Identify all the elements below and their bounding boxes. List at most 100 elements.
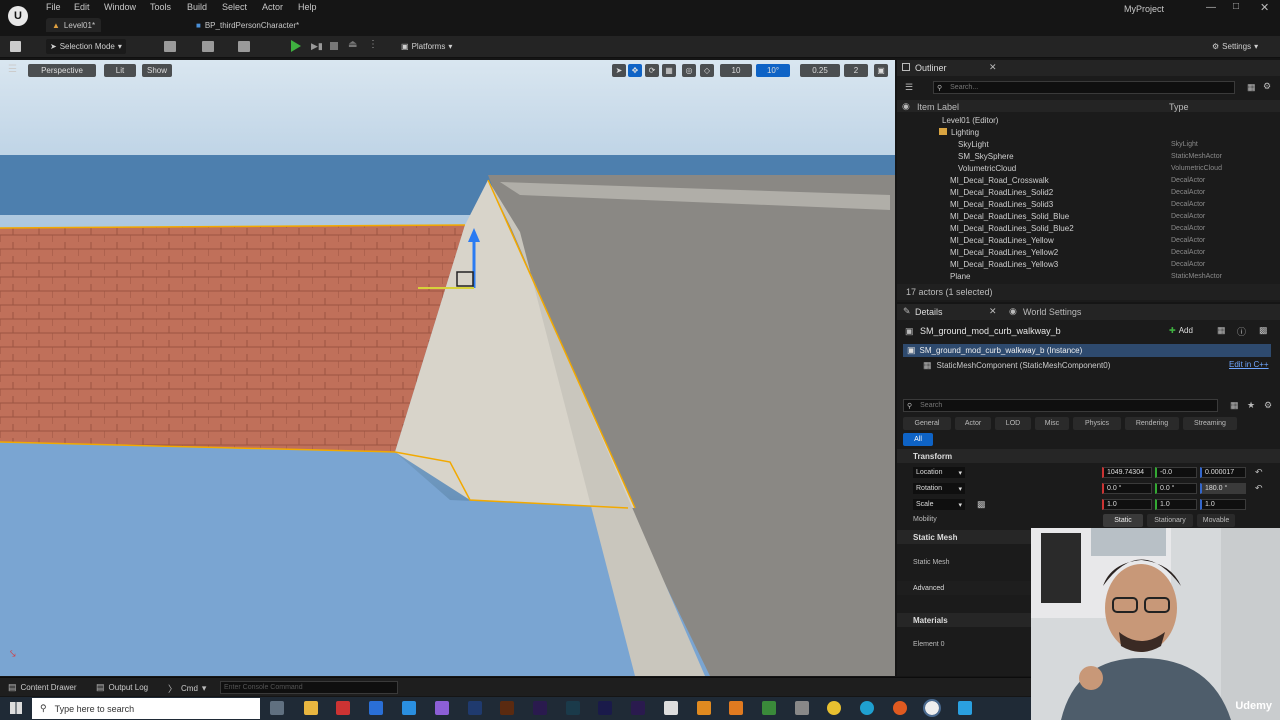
reset-rotation-icon[interactable]: ↶ bbox=[1255, 483, 1263, 494]
filter-tab-streaming[interactable]: Streaming bbox=[1183, 417, 1237, 430]
scale-tool-icon[interactable]: ▦ bbox=[662, 64, 676, 77]
visibility-icon[interactable]: ◉ bbox=[902, 101, 910, 112]
rotation-x-field[interactable]: 0.0 ° bbox=[1102, 483, 1152, 494]
translate-tool-icon[interactable]: ✥ bbox=[628, 64, 642, 77]
outliner-row[interactable]: MI_Decal_RoadLines_Yellow2 DecalActor bbox=[897, 246, 1280, 258]
windows-start-icon[interactable] bbox=[10, 702, 22, 714]
filter-tab-rendering[interactable]: Rendering bbox=[1125, 417, 1179, 430]
outliner-search-input[interactable]: ⚲ Search... bbox=[933, 81, 1235, 94]
edge-icon[interactable] bbox=[860, 701, 874, 715]
visual-studio-icon[interactable] bbox=[435, 701, 449, 715]
details-settings-icon[interactable]: ⚙ bbox=[1264, 400, 1272, 411]
unreal-engine-taskbar-icon[interactable] bbox=[923, 699, 941, 717]
unreal-logo-icon[interactable]: U bbox=[8, 6, 28, 26]
rotation-z-field[interactable]: 180.0 ° bbox=[1200, 483, 1246, 494]
grid-snap-button[interactable]: 10 bbox=[720, 64, 752, 77]
tab-level01[interactable]: ▲ Level01* bbox=[46, 18, 102, 32]
component-row-instance[interactable]: ▣ SM_ground_mod_curb_walkway_b (Instance… bbox=[903, 344, 1271, 357]
angle-snap-button[interactable]: 10° bbox=[756, 64, 790, 77]
maximize-viewport-icon[interactable]: ▣ bbox=[874, 64, 888, 77]
maximize-icon[interactable]: □ bbox=[1233, 1, 1239, 12]
rotate-tool-icon[interactable]: ⟳ bbox=[645, 64, 659, 77]
notepad-icon[interactable] bbox=[664, 701, 678, 715]
filter-tab-lod[interactable]: LOD bbox=[995, 417, 1031, 430]
filter-tab-general[interactable]: General bbox=[903, 417, 951, 430]
rotation-y-field[interactable]: 0.0 ° bbox=[1155, 483, 1197, 494]
scale-dropdown[interactable]: Scale ▾ bbox=[913, 499, 965, 510]
content-drawer-button[interactable]: ▤ Content Drawer bbox=[8, 682, 77, 693]
platforms-button[interactable]: ▣ Platforms ▾ bbox=[397, 39, 456, 54]
outliner-row[interactable]: MI_Decal_RoadLines_Solid_Blue DecalActor bbox=[897, 210, 1280, 222]
app-icon[interactable] bbox=[729, 701, 743, 715]
component-row-staticmesh[interactable]: ▦ StaticMeshComponent (StaticMeshCompone… bbox=[923, 359, 1110, 371]
perspective-button[interactable]: Perspective bbox=[28, 64, 96, 77]
add-content-icon[interactable] bbox=[164, 41, 176, 52]
outliner-row[interactable]: Plane StaticMeshActor bbox=[897, 270, 1280, 282]
outliner-row[interactable]: MI_Decal_RoadLines_Yellow3 DecalActor bbox=[897, 258, 1280, 270]
location-z-field[interactable]: 0.000017 bbox=[1200, 467, 1246, 478]
chrome-icon[interactable] bbox=[827, 701, 841, 715]
after-effects-icon[interactable] bbox=[631, 701, 645, 715]
filter-tab-physics[interactable]: Physics bbox=[1073, 417, 1121, 430]
menu-window[interactable]: Window bbox=[104, 2, 136, 14]
details-title[interactable]: Details bbox=[915, 307, 943, 317]
illustrator-icon[interactable] bbox=[500, 701, 514, 715]
app-icon[interactable] bbox=[958, 701, 972, 715]
world-space-icon[interactable]: ◎ bbox=[682, 64, 696, 77]
show-button[interactable]: Show bbox=[142, 64, 172, 77]
menu-actor[interactable]: Actor bbox=[262, 2, 283, 14]
location-y-field[interactable]: -0.0 bbox=[1155, 467, 1197, 478]
outliner-row[interactable]: SkyLight SkyLight bbox=[897, 138, 1280, 150]
blueprint-script-icon[interactable]: ▦ bbox=[1217, 325, 1226, 336]
filter-tab-all[interactable]: All bbox=[903, 433, 933, 446]
outliner-row[interactable]: MI_Decal_RoadLines_Yellow DecalActor bbox=[897, 234, 1280, 246]
minimize-icon[interactable]: — bbox=[1206, 2, 1216, 13]
transform-section[interactable]: Transform bbox=[897, 449, 1280, 463]
viewport-menu-icon[interactable]: ☰ bbox=[8, 64, 17, 75]
lock-icon[interactable]: ▩ bbox=[1259, 325, 1268, 336]
eject-icon[interactable]: ⏏ bbox=[348, 39, 357, 50]
world-settings-tab[interactable]: World Settings bbox=[1023, 307, 1081, 317]
menu-select[interactable]: Select bbox=[222, 2, 247, 14]
app-icon[interactable] bbox=[369, 701, 383, 715]
save-icon[interactable] bbox=[10, 41, 21, 52]
app-icon[interactable] bbox=[762, 701, 776, 715]
close-outliner-icon[interactable]: ✕ bbox=[989, 62, 997, 73]
scale-snap-button[interactable]: 0.25 bbox=[800, 64, 840, 77]
blueprints-icon[interactable] bbox=[202, 41, 214, 52]
outliner-row[interactable]: Lighting bbox=[897, 126, 1280, 138]
outliner-settings-icon[interactable]: ⚙ bbox=[1263, 81, 1271, 92]
selection-mode-button[interactable]: ➤ Selection Mode ▾ bbox=[46, 39, 126, 54]
task-view-icon[interactable] bbox=[270, 701, 284, 715]
scale-x-field[interactable]: 1.0 bbox=[1102, 499, 1152, 510]
star-icon[interactable]: ★ bbox=[1247, 400, 1255, 411]
menu-edit[interactable]: Edit bbox=[74, 2, 90, 14]
help-icon[interactable]: ⓘ bbox=[1237, 325, 1246, 338]
outliner-row[interactable]: SM_SkySphere StaticMeshActor bbox=[897, 150, 1280, 162]
camera-speed-button[interactable]: 2 bbox=[844, 64, 868, 77]
more-options-icon[interactable]: ⋮ bbox=[368, 39, 378, 50]
outliner-row[interactable]: Level01 (Editor) bbox=[897, 114, 1280, 126]
edit-in-cpp-link[interactable]: Edit in C++ bbox=[1229, 360, 1269, 369]
outliner-row[interactable]: MI_Decal_Road_Crosswalk DecalActor bbox=[897, 174, 1280, 186]
menu-build[interactable]: Build bbox=[187, 2, 207, 14]
console-input[interactable]: Enter Console Command bbox=[220, 681, 398, 694]
output-log-button[interactable]: ▤ Output Log bbox=[96, 682, 148, 693]
rotation-dropdown[interactable]: Rotation ▾ bbox=[913, 483, 965, 494]
file-explorer-icon[interactable] bbox=[304, 701, 318, 715]
outliner-row[interactable]: MI_Decal_RoadLines_Solid3 DecalActor bbox=[897, 198, 1280, 210]
settings-button[interactable]: ⚙ Settings ▾ bbox=[1208, 39, 1262, 54]
scale-z-field[interactable]: 1.0 bbox=[1200, 499, 1246, 510]
mobility-stationary-button[interactable]: Stationary bbox=[1147, 514, 1193, 527]
premiere-icon[interactable] bbox=[533, 701, 547, 715]
firefox-icon[interactable] bbox=[893, 701, 907, 715]
mobility-movable-button[interactable]: Movable bbox=[1197, 514, 1235, 527]
filter-tab-misc[interactable]: Misc bbox=[1035, 417, 1069, 430]
scale-y-field[interactable]: 1.0 bbox=[1155, 499, 1197, 510]
stop-icon[interactable] bbox=[330, 42, 338, 50]
filter-tab-actor[interactable]: Actor bbox=[955, 417, 991, 430]
surface-snap-icon[interactable]: ◇ bbox=[700, 64, 714, 77]
location-dropdown[interactable]: Location ▾ bbox=[913, 467, 965, 478]
media-encoder-icon[interactable] bbox=[598, 701, 612, 715]
app-icon[interactable] bbox=[697, 701, 711, 715]
